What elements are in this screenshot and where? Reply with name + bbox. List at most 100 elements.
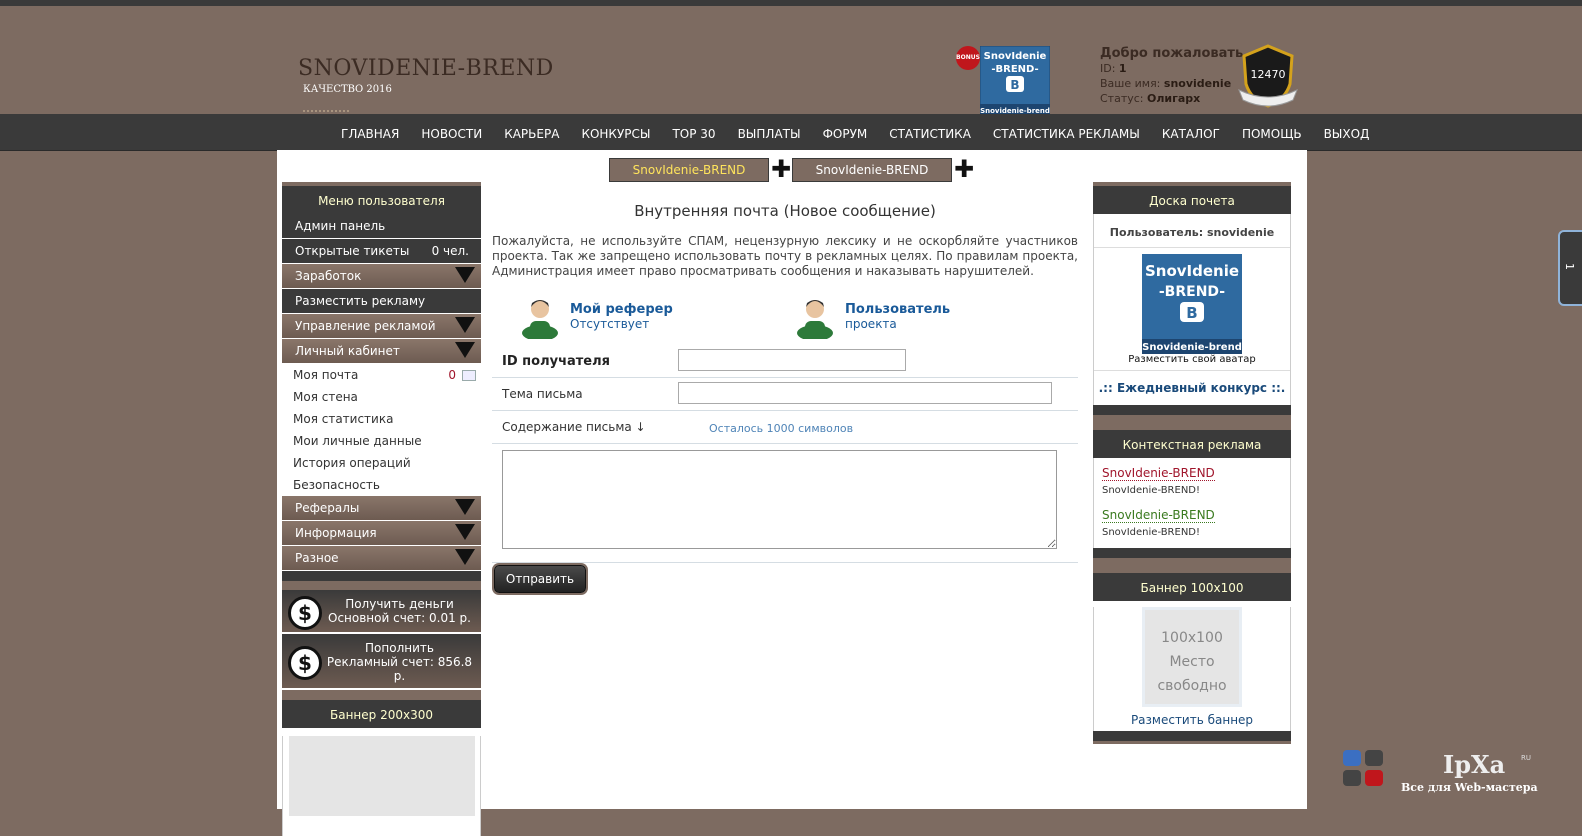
expand-triangle-icon xyxy=(455,267,475,283)
place-avatar-link[interactable]: Разместить свой аватар xyxy=(1094,354,1290,371)
topup-label: Пополнить xyxy=(365,641,434,655)
ad-tab-1[interactable]: SnovIdenie-BREND xyxy=(609,158,769,182)
menu-manage-ads[interactable]: Управление рекламой xyxy=(282,314,481,339)
ad-tab-2[interactable]: SnovIdenie-BREND xyxy=(792,158,952,182)
watermark-ru: RU xyxy=(1521,754,1531,762)
expand-triangle-icon xyxy=(455,549,475,565)
nav-item[interactable]: КАТАЛОГ xyxy=(1151,114,1231,150)
submenu-my-mail[interactable]: Моя почта 0 xyxy=(282,364,481,386)
right-sidebar: Доска почета Пользователь: snovidenie Sn… xyxy=(1093,182,1291,744)
vk-group-badge[interactable]: SnovIdenie -BREND- B Snovidenie-brend xyxy=(980,46,1050,116)
menu-cabinet[interactable]: Личный кабинет xyxy=(282,339,481,364)
content-label-row: Содержание письма ↓ Осталось 1000 символ… xyxy=(492,411,1078,444)
tickets-count: 0 чел. xyxy=(431,244,469,258)
menu-earnings[interactable]: Заработок xyxy=(282,264,481,289)
submenu-my-stats[interactable]: Моя статистика xyxy=(282,408,481,430)
user-id-value: 1 xyxy=(1118,62,1127,75)
vk-avatar-line3: Snovidenie-brend xyxy=(1142,342,1242,353)
user-avatar-icon xyxy=(522,300,558,339)
watermark-tagline: Все для Web-мастера xyxy=(1401,781,1538,794)
nav-item[interactable]: КОНКУРСЫ xyxy=(570,114,661,150)
user-avatar-icon xyxy=(797,300,833,339)
bonus-badge[interactable]: BONUS xyxy=(956,46,980,70)
menu-open-tickets[interactable]: Открытые тикеты 0 чел. xyxy=(282,239,481,264)
daily-contest-link[interactable]: .:: Ежедневный конкурс ::. xyxy=(1094,371,1290,405)
referrer-value: Отсутствует xyxy=(570,317,650,331)
subject-input[interactable] xyxy=(678,382,1052,404)
user-status-value: Олигарх xyxy=(1147,92,1201,105)
dollar-coin-icon: $ xyxy=(288,646,322,680)
nav-item[interactable]: ФОРУМ xyxy=(812,114,879,150)
banner-200-placeholder[interactable] xyxy=(288,736,475,816)
recipient-id-input[interactable] xyxy=(678,349,906,371)
menu-information[interactable]: Информация xyxy=(282,521,481,546)
add-ad-plus-icon[interactable]: ✚ xyxy=(771,157,791,181)
menu-admin-panel[interactable]: Админ панель xyxy=(282,214,481,239)
menu-misc[interactable]: Разное xyxy=(282,546,481,571)
user-id-line: ID: 1 xyxy=(1100,62,1127,75)
dollar-coin-icon: $ xyxy=(288,596,322,630)
context-ad-desc: SnovIdenie-BREND! xyxy=(1102,527,1201,538)
user-name-value: snovidenie xyxy=(1163,77,1232,90)
envelope-icon xyxy=(462,370,476,381)
nav-item[interactable]: ВЫПЛАТЫ xyxy=(727,114,812,150)
main-nav-list: ГЛАВНАЯ НОВОСТИ КАРЬЕРА КОНКУРСЫ TOP 30 ВЫПЛА… xyxy=(330,114,1380,150)
expand-triangle-icon xyxy=(455,499,475,515)
banner-100-title: Баннер 100x100 xyxy=(1093,569,1291,601)
user-status-line: Статус: Олигарх xyxy=(1100,92,1201,105)
menu-footer xyxy=(282,571,481,584)
watermark-name: IpXa xyxy=(1443,750,1506,779)
project-user-sub: проекта xyxy=(845,317,897,331)
user-name-line: Ваше имя: snovidenie xyxy=(1100,77,1232,90)
honor-board-title: Доска почета xyxy=(1093,182,1291,214)
message-textarea[interactable] xyxy=(502,450,1057,549)
withdraw-label: Получить деньги xyxy=(345,597,454,611)
banner-100-placeholder[interactable]: 100x100 Место свободно xyxy=(1142,607,1242,707)
main-content: Внутренняя почта (Новое сообщение) Пожал… xyxy=(492,182,1078,593)
nav-item[interactable]: НОВОСТИ xyxy=(410,114,493,150)
context-ad-link[interactable]: SnovIdenie-BREND xyxy=(1102,508,1215,523)
submenu-history[interactable]: История операций xyxy=(282,452,481,474)
nav-item[interactable]: СТАТИСТИКА РЕКЛАМЫ xyxy=(982,114,1151,150)
nav-item[interactable]: ПОМОЩЬ xyxy=(1231,114,1313,150)
content-wrapper: SnovIdenie-BREND ✚ SnovIdenie-BREND ✚ Ме… xyxy=(277,150,1307,836)
site-header: SNOVIDENIE-BREND КАЧЕСТВО 2016 BONUS Sno… xyxy=(0,6,1582,116)
site-logo-title[interactable]: SNOVIDENIE-BREND xyxy=(298,56,554,81)
nav-item[interactable]: ВЫХОД xyxy=(1313,114,1381,150)
context-ad-link[interactable]: SnovIdenie-BREND xyxy=(1102,466,1215,481)
nav-item[interactable]: КАРЬЕРА xyxy=(493,114,570,150)
spam-warning: Пожалуйста, не используйте СПАМ, нецензу… xyxy=(492,234,1078,278)
add-ad-plus-icon[interactable]: ✚ xyxy=(954,157,974,181)
referrer-row: Мой реферер Отсутствует Пользователь про… xyxy=(492,285,1078,345)
message-row xyxy=(492,450,1078,563)
vk-badge-line1: SnovIdenie xyxy=(984,51,1047,62)
watermark-square-icon xyxy=(1343,770,1361,786)
honor-user[interactable]: Пользователь: snovidenie xyxy=(1094,214,1290,248)
watermark-square-icon xyxy=(1365,770,1383,786)
submenu-personal-data[interactable]: Мои личные данные xyxy=(282,430,481,452)
menu-place-ad[interactable]: Разместить рекламу xyxy=(282,289,481,314)
topup-block[interactable]: $ Пополнить Рекламный счет: 856.8 р. xyxy=(282,634,481,690)
recipient-row: ID получателя xyxy=(492,345,1078,378)
site-logo-subtitle: КАЧЕСТВО 2016 xyxy=(303,84,392,95)
welcome-title: Добро пожаловать xyxy=(1100,46,1244,61)
vk-group-avatar[interactable]: SnovIdenie -BREND- B Snovidenie-brend xyxy=(1142,254,1242,354)
withdraw-money-block[interactable]: $ Получить деньги Основной счет: 0.01 р. xyxy=(282,590,481,634)
context-ads: SnovIdenie-BREND SnovIdenie-BREND! SnovI… xyxy=(1093,458,1291,548)
send-button[interactable]: Отправить xyxy=(494,565,586,593)
main-account-balance: Основной счет: 0.01 р. xyxy=(328,611,471,625)
place-banner-link[interactable]: Разместить баннер xyxy=(1094,707,1290,731)
nav-item[interactable]: TOP 30 xyxy=(661,114,726,150)
expand-triangle-icon xyxy=(455,342,475,358)
svg-text:B: B xyxy=(1186,304,1197,322)
menu-referrals[interactable]: Рефералы xyxy=(282,496,481,521)
rating-shield-icon[interactable]: 12470 xyxy=(1237,44,1299,110)
submenu-security[interactable]: Безопасность xyxy=(282,474,481,496)
vk-avatar-line2: -BREND- xyxy=(1159,284,1225,300)
watermark-square-icon xyxy=(1365,750,1383,766)
nav-item[interactable]: СТАТИСТИКА xyxy=(878,114,982,150)
subject-label: Тема письма xyxy=(502,387,583,401)
nav-item[interactable]: ГЛАВНАЯ xyxy=(330,114,410,150)
submenu-my-wall[interactable]: Моя стена xyxy=(282,386,481,408)
side-feedback-tab[interactable]: 1 xyxy=(1558,230,1582,306)
